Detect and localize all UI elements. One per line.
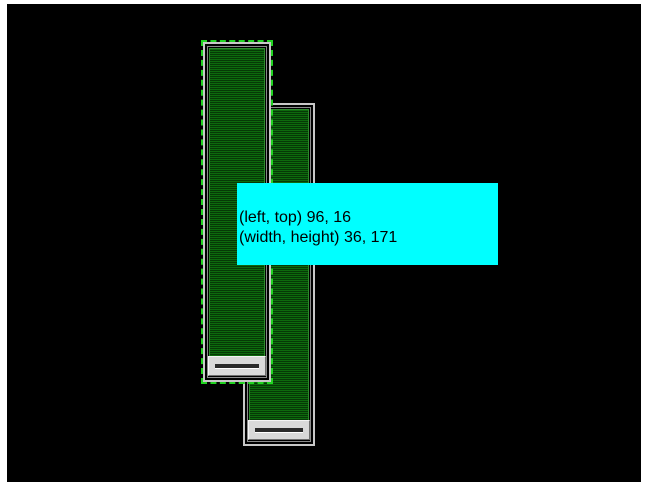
thumb-grip: [215, 364, 259, 369]
tooltip-position-text: (left, top) 96, 16: [239, 209, 352, 226]
geometry-tooltip: (left, top) 96, 16 (width, height) 36, 1…: [237, 183, 498, 265]
design-canvas[interactable]: (left, top) 96, 16 (width, height) 36, 1…: [7, 4, 641, 482]
window-frame: (left, top) 96, 16 (width, height) 36, 1…: [0, 0, 646, 486]
slider-thumb-icon[interactable]: [208, 356, 266, 376]
thumb-grip: [255, 428, 303, 433]
slider-thumb-icon[interactable]: [248, 420, 310, 440]
tooltip-size-text: (width, height) 36, 171: [239, 229, 398, 246]
